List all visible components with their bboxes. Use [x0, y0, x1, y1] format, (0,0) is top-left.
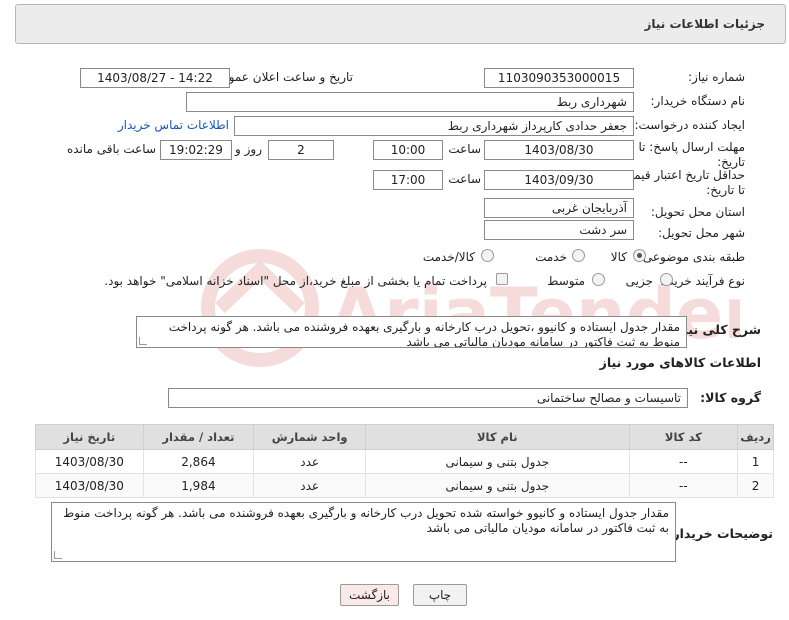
- buyer-org-label: نام دستگاه خریدار:: [650, 94, 746, 108]
- col-qty: تعداد / مقدار: [142, 424, 255, 450]
- goods-group-label: گروه کالا:: [700, 390, 761, 405]
- cell-qty: 1,984: [142, 473, 255, 498]
- description-textarea: مقدار جدول ایستاده و کانیوو ،تحویل درب ک…: [136, 316, 687, 348]
- cell-code: --: [628, 473, 739, 498]
- reply-deadline-label: مهلت ارسال پاسخ: تا تاریخ:: [638, 140, 745, 169]
- category-label: طبقه بندی موضوعی:: [638, 250, 745, 264]
- reply-deadline-date: 1403/08/30: [484, 140, 634, 160]
- back-button[interactable]: بازگشت: [340, 584, 399, 606]
- buyer-notes-text: مقدار جدول ایستاده و کانیوو خواسته شده ت…: [63, 506, 669, 535]
- buyer-org-field: شهرداری ربط: [186, 92, 634, 112]
- goods-group-field: تاسیسات و مصالح ساختمانی: [168, 388, 688, 408]
- process-option-medium: متوسط: [547, 274, 585, 288]
- treasury-checkbox-text: پرداخت تمام یا بخشی از مبلغ خرید،از محل …: [104, 274, 487, 288]
- delivery-city-label: شهر محل تحویل:: [658, 226, 745, 240]
- remaining-label: ساعت باقی مانده: [66, 142, 156, 156]
- buyer-notes-label: توضیحات خریدار:: [667, 526, 773, 541]
- price-validity-time: 17:00: [373, 170, 443, 190]
- category-option-goods: کالا: [610, 250, 627, 264]
- category-radio-service[interactable]: [572, 249, 585, 262]
- need-number-label: شماره نیاز:: [688, 70, 745, 84]
- goods-table: ردیف کد کالا نام کالا واحد شمارش تعداد /…: [35, 424, 774, 498]
- cell-row: 1: [737, 449, 774, 474]
- col-date: تاریخ نیاز: [35, 424, 144, 450]
- reply-deadline-time: 10:00: [373, 140, 443, 160]
- process-option-minor: جزیی: [625, 274, 653, 288]
- category-radio-goods[interactable]: [633, 249, 646, 262]
- category-radio-goods-service[interactable]: [481, 249, 494, 262]
- delivery-province-field: آذربایجان غربی: [484, 198, 634, 218]
- reply-time-label: ساعت: [448, 142, 481, 156]
- cell-row: 2: [737, 473, 774, 498]
- description-text: مقدار جدول ایستاده و کانیوو ،تحویل درب ک…: [168, 320, 680, 348]
- requester-field: جعفر حدادی کارپرداز شهرداری ربط: [234, 116, 634, 136]
- price-validity-time-label: ساعت: [448, 172, 481, 186]
- price-validity-date: 1403/09/30: [484, 170, 634, 190]
- resize-grip-icon[interactable]: [139, 337, 147, 345]
- cell-name: جدول بتنی و سیمانی: [365, 449, 630, 474]
- col-code: کد کالا: [628, 424, 739, 450]
- delivery-city-field: سر دشت: [484, 220, 634, 240]
- treasury-checkbox[interactable]: [496, 273, 508, 285]
- days-label: روز و: [235, 142, 262, 156]
- process-type-label: نوع فرآیند خرید :: [660, 274, 745, 288]
- goods-section-title: اطلاعات کالاهای مورد نیاز: [599, 355, 761, 370]
- category-option-service: خدمت: [535, 250, 567, 264]
- remaining-time: 19:02:29: [160, 140, 232, 160]
- cell-date: 1403/08/30: [35, 473, 144, 498]
- need-number-field: 1103090353000015: [484, 68, 634, 88]
- print-button[interactable]: چاپ: [413, 584, 467, 606]
- table-row: 2 -- جدول بتنی و سیمانی عدد 1,984 1403/0…: [35, 473, 774, 498]
- cell-unit: عدد: [253, 449, 367, 474]
- price-validity-label: حداقل تاریخ اعتبار قیمت: تا تاریخ:: [618, 168, 745, 197]
- header-panel: جزئیات اطلاعات نیاز: [15, 4, 786, 44]
- cell-date: 1403/08/30: [35, 449, 144, 474]
- page-title: جزئیات اطلاعات نیاز: [644, 17, 765, 31]
- requester-label: ایجاد کننده درخواست:: [634, 118, 745, 132]
- cell-name: جدول بتنی و سیمانی: [365, 473, 630, 498]
- announce-datetime-field: 1403/08/27 - 14:22: [80, 68, 230, 88]
- col-name: نام کالا: [365, 424, 630, 450]
- buyer-notes-textarea: مقدار جدول ایستاده و کانیوو خواسته شده ت…: [51, 502, 676, 562]
- resize-grip-icon[interactable]: [54, 551, 62, 559]
- remaining-days: 2: [268, 140, 334, 160]
- table-row: 1 -- جدول بتنی و سیمانی عدد 2,864 1403/0…: [35, 449, 774, 474]
- cell-unit: عدد: [253, 473, 367, 498]
- process-radio-minor[interactable]: [660, 273, 673, 286]
- buyer-contact-link[interactable]: اطلاعات تماس خریدار: [118, 118, 229, 132]
- cell-qty: 2,864: [142, 449, 255, 474]
- col-unit: واحد شمارش: [253, 424, 367, 450]
- col-row: ردیف: [737, 424, 774, 450]
- delivery-province-label: استان محل تحویل:: [650, 205, 745, 219]
- cell-code: --: [628, 449, 739, 474]
- process-radio-medium[interactable]: [592, 273, 605, 286]
- category-option-goods-service: کالا/خدمت: [422, 250, 475, 264]
